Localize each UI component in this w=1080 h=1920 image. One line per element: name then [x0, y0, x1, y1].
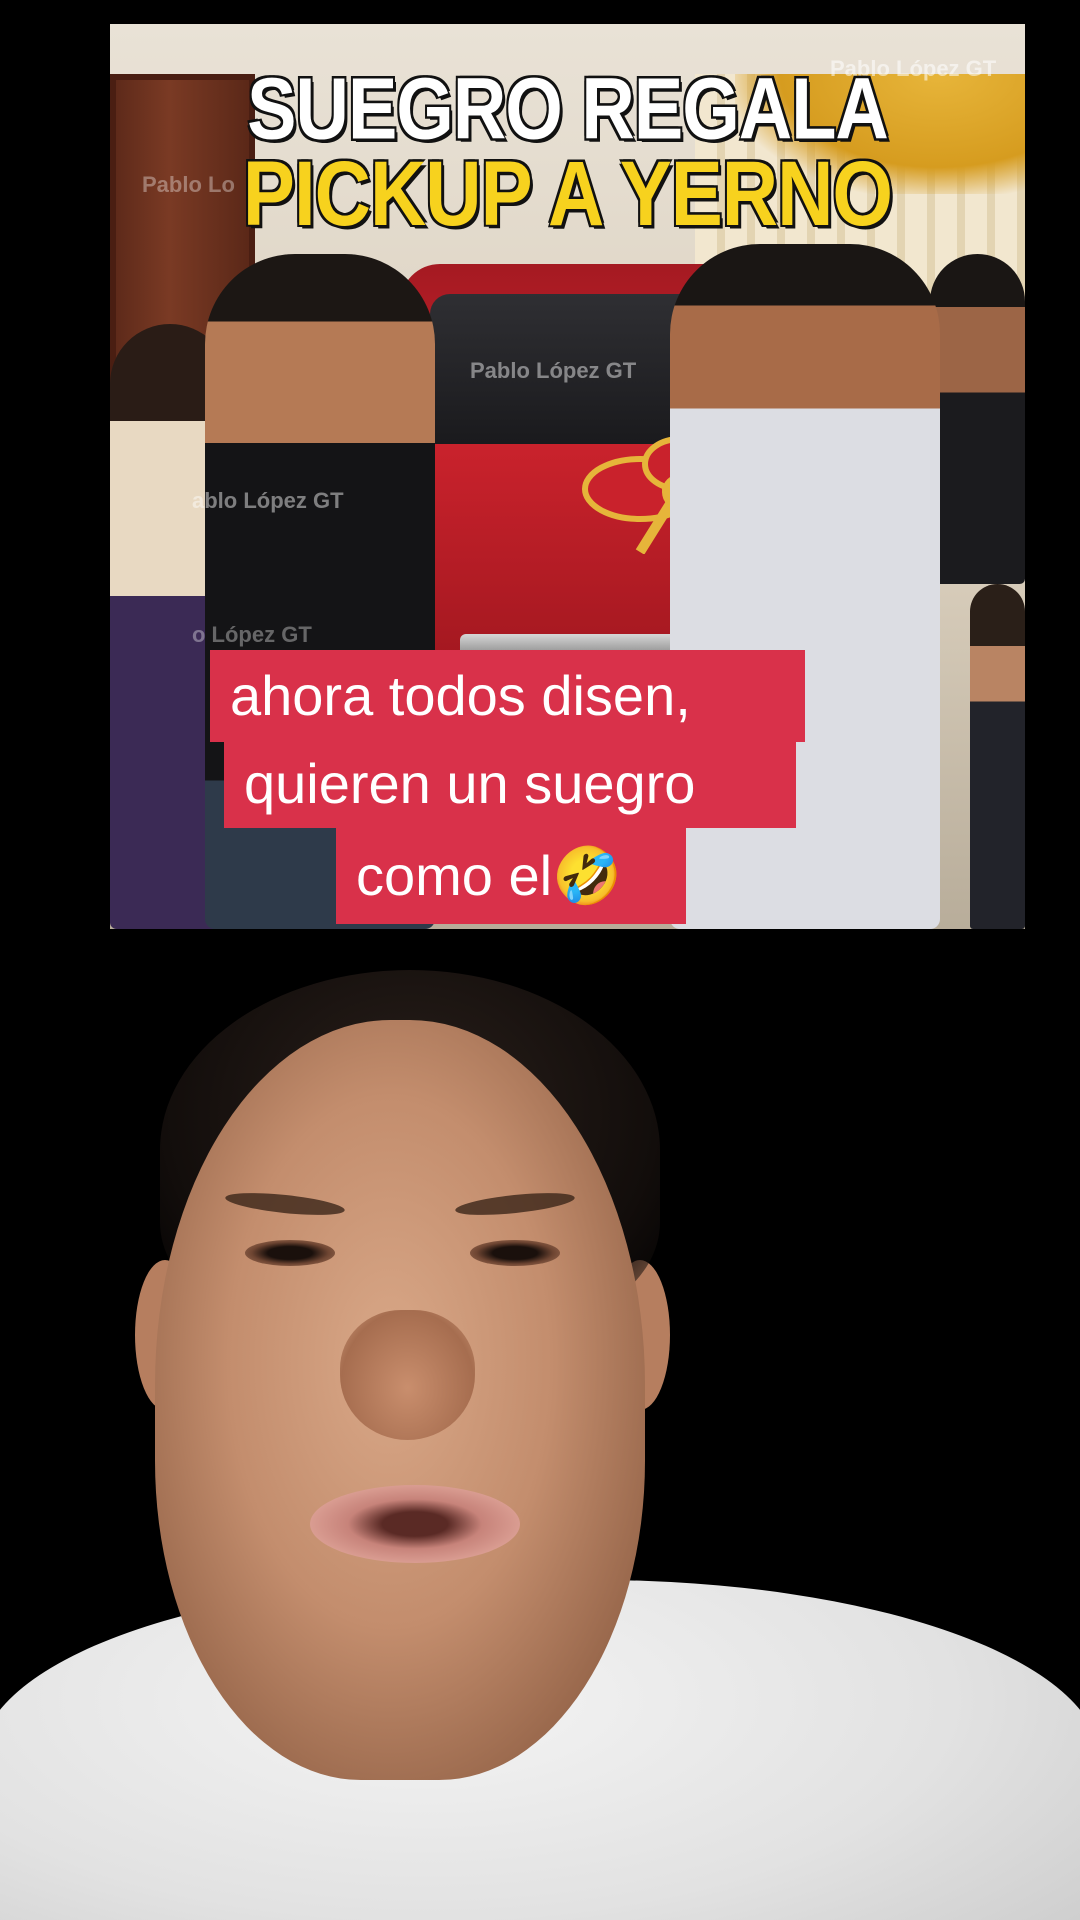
headline-line-1: SUEGRO REGALA	[247, 59, 889, 158]
eye-left	[245, 1240, 335, 1266]
video-frame: Pablo López GT Pablo Lo Pablo López GT a…	[0, 0, 1080, 1920]
watermark-center: Pablo López GT	[470, 358, 637, 383]
child	[970, 584, 1025, 929]
eye-right	[470, 1240, 560, 1266]
creator-camera	[0, 930, 1080, 1920]
caption-line-2: quieren un suegro	[224, 742, 796, 828]
man-clapping	[930, 254, 1025, 584]
caption-line-3: como el🤣	[336, 828, 686, 924]
headline-line-2: PICKUP A YERNO	[242, 141, 893, 245]
nose	[340, 1310, 475, 1440]
mouth	[310, 1485, 520, 1563]
watermark-partial: ablo López GT	[192, 488, 344, 513]
caption-line-1: ahora todos disen,	[210, 650, 805, 742]
watermark-partial: o López GT	[192, 622, 312, 647]
